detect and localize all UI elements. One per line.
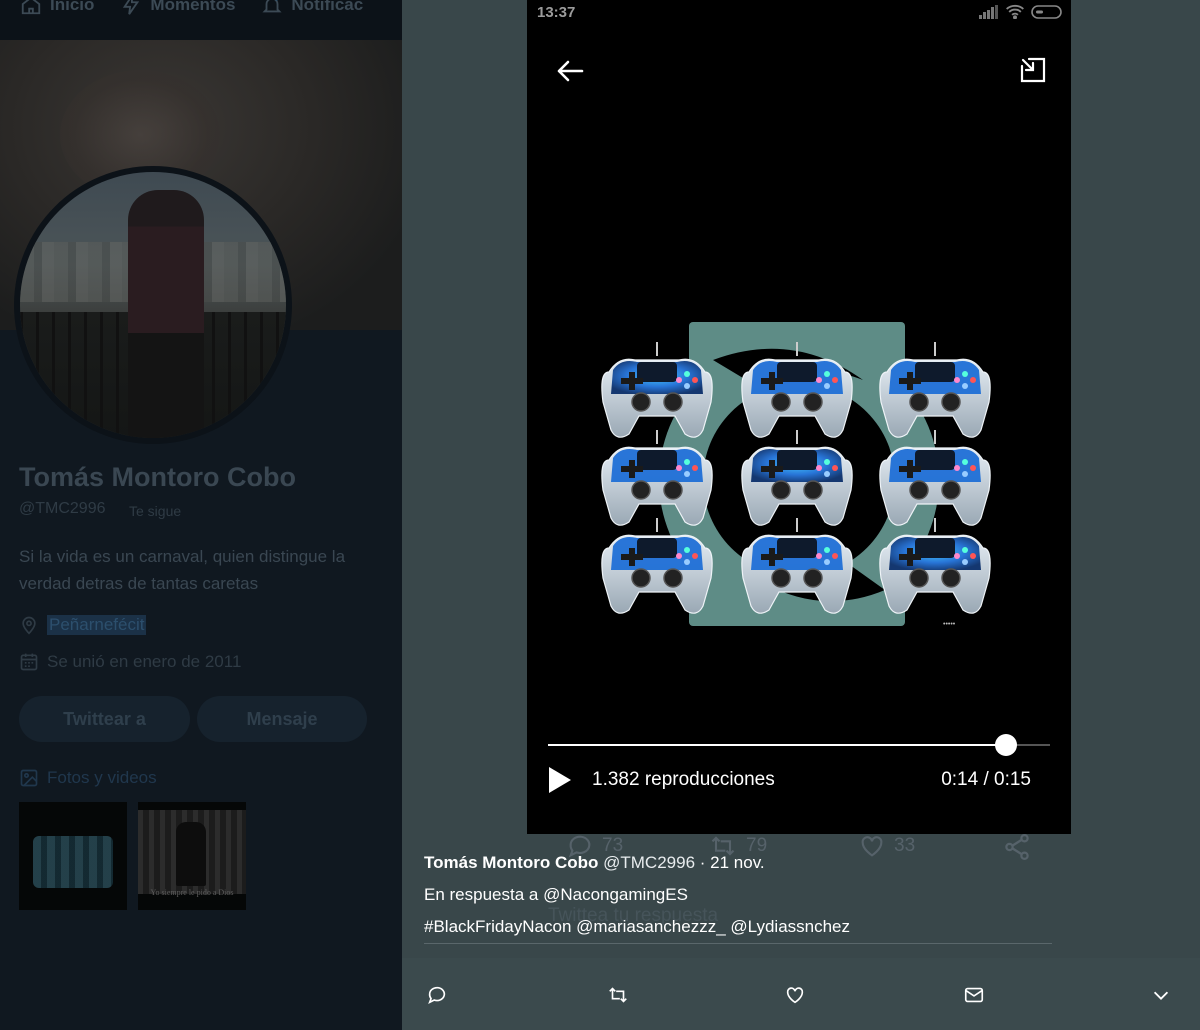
battery-icon <box>1031 4 1063 19</box>
wifi-icon <box>1005 4 1025 19</box>
video-progress-fill <box>548 744 1006 746</box>
nav-moments[interactable]: Momentos <box>120 0 235 16</box>
lightning-icon <box>120 0 142 16</box>
home-icon <box>20 0 42 16</box>
modal-action-bar <box>402 958 1200 1030</box>
video-progress-bar[interactable] <box>548 734 1050 756</box>
more-button[interactable] <box>1150 984 1172 1006</box>
avatar[interactable] <box>14 166 292 444</box>
calendar-icon <box>19 652 39 672</box>
retweet-button[interactable] <box>606 984 628 1006</box>
media-modal: 73 79 33 Twittea tu respuesta 13:37 ••••… <box>402 0 1200 1030</box>
thumbnail-caption: Yo siempre le pido a Dios <box>150 888 234 897</box>
share-icon <box>1002 832 1032 862</box>
back-arrow-icon[interactable] <box>555 56 585 86</box>
play-icon[interactable] <box>547 766 573 794</box>
tweet-author-name: Tomás Montoro Cobo <box>424 853 599 872</box>
video-frame[interactable]: ••••• <box>593 320 1005 630</box>
ghost-like-count: 33 <box>894 835 916 856</box>
minimize-icon[interactable] <box>1019 56 1047 84</box>
ghost-like: 33 <box>858 832 915 860</box>
tweet-reply-to[interactable]: En respuesta a @NacongamingES <box>424 885 688 905</box>
bell-icon <box>261 0 283 16</box>
status-time: 13:37 <box>537 4 576 21</box>
location-pin-icon <box>19 615 39 635</box>
signal-icon <box>979 4 999 19</box>
nav-moments-label: Momentos <box>150 0 236 14</box>
image-icon <box>19 768 39 788</box>
reply-icon <box>426 984 448 1006</box>
media-section-link[interactable]: Fotos y videos <box>19 768 157 788</box>
follows-you-badge: Te sigue <box>129 503 182 519</box>
message-button[interactable]: Mensaje <box>197 696 367 742</box>
location-link[interactable]: Peñarnefécit <box>47 615 147 635</box>
video-watermark: ••••• <box>943 621 956 628</box>
profile-bio: Si la vida es un carnaval, quien disting… <box>19 547 346 593</box>
status-icons <box>979 4 1063 19</box>
tweet-to-button[interactable]: Twittear a <box>19 696 190 742</box>
profile-name: Tomás Montoro Cobo <box>19 462 296 492</box>
profile-page: Inicio Momentos Notificac Tomás Montoro … <box>0 0 402 1030</box>
divider <box>424 943 1052 944</box>
screen: Inicio Momentos Notificac Tomás Montoro … <box>0 0 1200 1030</box>
nav-home-label: Inicio <box>50 0 95 14</box>
retweet-icon <box>606 984 628 1006</box>
tweet-date[interactable]: · 21 nov. <box>700 853 765 872</box>
envelope-icon <box>963 984 985 1006</box>
media-label: Fotos y videos <box>47 768 157 787</box>
like-button[interactable] <box>784 984 806 1006</box>
joined-text: Se unió en enero de 2011 <box>47 652 242 671</box>
chevron-down-icon <box>1150 984 1172 1006</box>
tweet-author[interactable]: Tomás Montoro Cobo @TMC2996 · 21 nov. <box>424 853 765 873</box>
nav-notifications[interactable]: Notificac <box>261 0 363 16</box>
heart-icon <box>858 832 886 860</box>
video-scrubber-handle[interactable] <box>994 734 1017 756</box>
ghost-share <box>1002 832 1032 862</box>
view-count: 1.382 reproducciones <box>592 769 775 790</box>
profile-joined: Se unió en enero de 2011 <box>19 652 241 672</box>
media-thumbnail-2[interactable]: Yo siempre le pido a Dios <box>138 802 246 910</box>
video-time: 0:14 / 0:15 <box>941 769 1031 790</box>
nav-notifications-label: Notificac <box>291 0 364 14</box>
top-nav: Inicio Momentos Notificac <box>0 0 402 40</box>
phone-video-player: 13:37 ••••• 1.382 reproducciones 0:14 / … <box>527 0 1071 834</box>
reply-button[interactable] <box>426 984 448 1006</box>
tweet-body[interactable]: #BlackFridayNacon @mariasanchezzz_ @Lydi… <box>424 917 850 937</box>
nav-home[interactable]: Inicio <box>20 0 94 16</box>
direct-message-button[interactable] <box>963 984 985 1006</box>
tweet-author-handle: @TMC2996 <box>603 853 696 872</box>
profile-location: Peñarnefécit <box>19 615 147 635</box>
media-thumbnail-1[interactable] <box>19 802 127 910</box>
profile-handle: @TMC2996 <box>19 500 106 517</box>
heart-icon <box>784 984 806 1006</box>
